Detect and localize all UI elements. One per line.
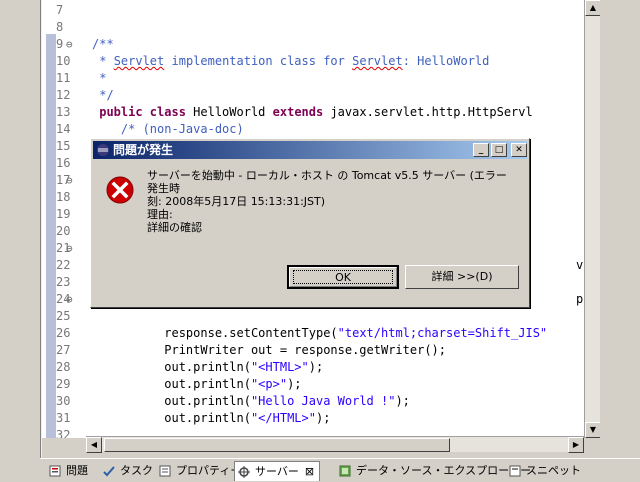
line-number: 18 <box>56 190 71 204</box>
line-number: 28 <box>56 360 71 374</box>
code-line[interactable]: 31 out.println("</HTML>"); <box>42 410 598 427</box>
line-number: 26 <box>56 326 71 340</box>
code-line[interactable]: 7 <box>42 2 598 19</box>
problems-icon <box>49 465 61 477</box>
code-text: out.println("<p>"); <box>92 377 302 391</box>
ok-button[interactable]: OK <box>287 265 399 289</box>
properties-icon <box>159 465 171 477</box>
line-number: 32 <box>56 428 71 438</box>
tab-servers[interactable]: サーバー ⊠ <box>234 461 320 481</box>
fold-toggle-icon[interactable]: ⊖ <box>66 36 73 53</box>
line-number: 15 <box>56 139 71 153</box>
datasource-explorer-icon <box>339 465 351 477</box>
line-number: 30 <box>56 394 71 408</box>
line-number: 22 <box>56 258 71 272</box>
maximize-button[interactable]: □ <box>491 143 507 157</box>
tab-snippets[interactable]: スニペット <box>506 461 581 481</box>
code-text: PrintWriter out = response.getWriter(); <box>92 343 447 357</box>
code-text: /* (non-Java-doc) <box>120 122 244 136</box>
code-line[interactable]: 12 */ <box>42 87 598 104</box>
code-line[interactable]: 30 out.println("Hello Java World !"); <box>42 393 598 410</box>
line-number: 19 <box>56 207 71 221</box>
close-tab-icon[interactable]: ⊠ <box>305 465 314 478</box>
error-dialog: 問題が発生 _ □ ✕ サーバーを始動中 - ローカル・ホスト の Tomcat… <box>90 138 530 308</box>
line-number: 25 <box>56 309 71 323</box>
servers-icon <box>238 466 250 478</box>
horizontal-scroll-thumb[interactable] <box>104 438 450 452</box>
code-line[interactable]: 10 * Servlet implementation class for Se… <box>42 53 598 70</box>
line-number: 20 <box>56 224 71 238</box>
minimize-button[interactable]: _ <box>473 143 489 157</box>
overview-ruler <box>600 0 640 438</box>
line-number: 10 <box>56 54 71 68</box>
code-line[interactable]: 27 PrintWriter out = response.getWriter(… <box>42 342 598 359</box>
tab-properties[interactable]: プロパティー <box>156 461 241 481</box>
error-icon <box>106 176 134 204</box>
code-text: out.println("<HTML>"); <box>92 360 324 374</box>
line-number: 13 <box>56 105 71 119</box>
scroll-down-button[interactable]: ▼ <box>585 422 601 438</box>
line-number: 8 <box>56 20 64 34</box>
details-button[interactable]: 詳細 >>(D) <box>405 265 519 289</box>
tasks-icon <box>103 466 115 477</box>
tab-tasks[interactable]: タスク <box>100 461 154 481</box>
tab-data-source-explorer[interactable]: データ・ソース・エクスプローラー <box>336 461 531 481</box>
code-line[interactable]: 8 <box>42 19 598 36</box>
tab-problems[interactable]: 問題 <box>46 461 98 481</box>
dialog-title: 問題が発生 <box>113 143 174 157</box>
code-line[interactable]: 25 <box>42 308 598 325</box>
editor-horizontal-scrollbar[interactable]: ◀ ▶ <box>86 436 584 453</box>
line-number: 16 <box>56 156 71 170</box>
close-button[interactable]: ✕ <box>511 143 527 157</box>
message-line-2: 刻: 2008年5月17日 15:13:31:JST) <box>147 195 326 208</box>
fold-toggle-icon[interactable]: ⊖ <box>66 172 73 189</box>
snippets-icon <box>509 465 521 477</box>
code-line[interactable]: 9 ⊖/** <box>42 36 598 53</box>
line-number: 14 <box>56 122 71 136</box>
line-number: 31 <box>56 411 71 425</box>
code-line[interactable]: 28 out.println("<HTML>"); <box>42 359 598 376</box>
code-text: out.println("Hello Java World !"); <box>92 394 410 408</box>
editor-vertical-scrollbar[interactable]: ▲ ▼ <box>584 0 601 438</box>
code-line[interactable]: 29 out.println("<p>"); <box>42 376 598 393</box>
line-number: 29 <box>56 377 71 391</box>
scroll-up-button[interactable]: ▲ <box>585 0 601 16</box>
line-number: 23 <box>56 275 71 289</box>
code-text: public class HelloWorld extends javax.se… <box>99 105 533 119</box>
reason-label: 理由: <box>147 208 173 221</box>
code-line[interactable]: 26 response.setContentType("text/html;ch… <box>42 325 598 342</box>
eclipse-icon <box>97 144 109 156</box>
line-number: 27 <box>56 343 71 357</box>
reason-text: 詳細の確認 <box>147 221 202 234</box>
code-text: * <box>92 71 107 85</box>
code-text: out.println("</HTML>"); <box>92 411 331 425</box>
dialog-titlebar[interactable]: 問題が発生 _ □ ✕ <box>93 141 527 159</box>
line-number: 7 <box>56 3 64 17</box>
line-number: 11 <box>56 71 71 85</box>
bottom-view-tabs: 問題 タスク プロパティー サーバー ⊠ データ・ソース・エクスプローラー スニペ… <box>40 458 640 481</box>
error-message: サーバーを始動中 - ローカル・ホスト の Tomcat v5.5 サーバー (… <box>147 169 517 234</box>
code-line[interactable]: 14 /* (non-Java-doc) <box>42 121 598 138</box>
code-text: * Servlet implementation class for Servl… <box>92 54 490 68</box>
line-number: 12 <box>56 88 71 102</box>
code-line[interactable]: 11 * <box>42 70 598 87</box>
scroll-right-button[interactable]: ▶ <box>568 437 584 453</box>
code-text: /** <box>92 37 114 51</box>
code-line[interactable]: 13 public class HelloWorld extends javax… <box>42 104 598 121</box>
scroll-left-button[interactable]: ◀ <box>86 437 102 453</box>
fold-toggle-icon[interactable]: ⊖ <box>66 240 73 257</box>
code-text: */ <box>92 88 114 102</box>
fold-toggle-icon[interactable]: ⊖ <box>66 291 73 308</box>
left-panel-strip <box>0 0 42 458</box>
code-text: response.setContentType("text/html;chars… <box>92 326 548 340</box>
message-line-1: サーバーを始動中 - ローカル・ホスト の Tomcat v5.5 サーバー (… <box>147 169 507 195</box>
